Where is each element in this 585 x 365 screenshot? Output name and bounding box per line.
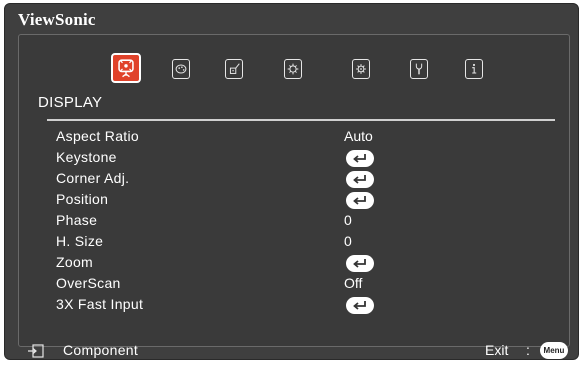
- section-title: DISPLAY: [38, 94, 103, 111]
- power-plug-icon: [229, 63, 240, 74]
- gear-icon: [287, 63, 299, 75]
- row-label: Zoom: [56, 254, 93, 270]
- row-label: H. Size: [56, 233, 104, 249]
- row-label: 3X Fast Input: [56, 296, 144, 312]
- wrench-icon: [415, 63, 423, 75]
- tab-image[interactable]: [172, 59, 190, 79]
- enter-button[interactable]: [346, 297, 374, 314]
- row-label: Keystone: [56, 149, 117, 165]
- enter-icon: [353, 196, 366, 205]
- enter-icon: [353, 175, 366, 184]
- enter-icon: [353, 259, 366, 268]
- gears-icon: [356, 64, 366, 74]
- enter-button[interactable]: [346, 171, 374, 188]
- menu-button[interactable]: Menu: [540, 342, 568, 359]
- menu-row-overscan[interactable]: OverScan Off: [56, 275, 536, 295]
- source-label: Component: [63, 342, 139, 358]
- enter-button[interactable]: [346, 150, 374, 167]
- title-divider: [47, 119, 555, 121]
- tab-power[interactable]: [225, 59, 243, 79]
- menu-row-h-size[interactable]: H. Size 0: [56, 233, 536, 253]
- exit-label: Exit: [485, 342, 509, 358]
- row-value: Auto: [344, 128, 373, 144]
- menu-row-phase[interactable]: Phase 0: [56, 212, 536, 232]
- brand-logo: ViewSonic: [18, 10, 96, 29]
- menu-row-3x-fast-input[interactable]: 3X Fast Input: [56, 296, 536, 316]
- row-value: 0: [344, 233, 352, 249]
- osd-menu: ViewSonic DISPLAY Aspect Ratio Auto Keys…: [4, 3, 579, 360]
- enter-icon: [353, 154, 366, 163]
- exit-colon: :: [526, 342, 530, 358]
- menu-row-position[interactable]: Position: [56, 191, 536, 211]
- tab-advanced[interactable]: [352, 59, 370, 79]
- palette-icon: [175, 64, 187, 74]
- row-value: 0: [344, 212, 352, 228]
- row-label: Position: [56, 191, 109, 207]
- menu-row-corner-adj[interactable]: Corner Adj.: [56, 170, 536, 190]
- row-label: OverScan: [56, 275, 121, 291]
- enter-button[interactable]: [346, 192, 374, 209]
- tab-information[interactable]: [465, 59, 483, 79]
- row-label: Phase: [56, 212, 98, 228]
- menu-tab-bar: [19, 35, 569, 95]
- tab-display[interactable]: [111, 53, 141, 83]
- row-label: Aspect Ratio: [56, 128, 139, 144]
- tab-basic[interactable]: [284, 59, 302, 79]
- enter-icon: [353, 301, 366, 310]
- row-value: Off: [344, 275, 363, 291]
- row-label: Corner Adj.: [56, 170, 130, 186]
- enter-button[interactable]: [346, 255, 374, 272]
- tab-system[interactable]: [410, 59, 428, 79]
- menu-row-keystone[interactable]: Keystone: [56, 149, 536, 169]
- display-icon: [118, 59, 134, 78]
- menu-panel: DISPLAY Aspect Ratio Auto Keystone Corne…: [18, 34, 570, 359]
- menu-row-zoom[interactable]: Zoom: [56, 254, 536, 274]
- info-icon: [472, 63, 477, 74]
- input-source-icon: [28, 344, 44, 358]
- menu-row-aspect-ratio[interactable]: Aspect Ratio Auto: [56, 128, 536, 148]
